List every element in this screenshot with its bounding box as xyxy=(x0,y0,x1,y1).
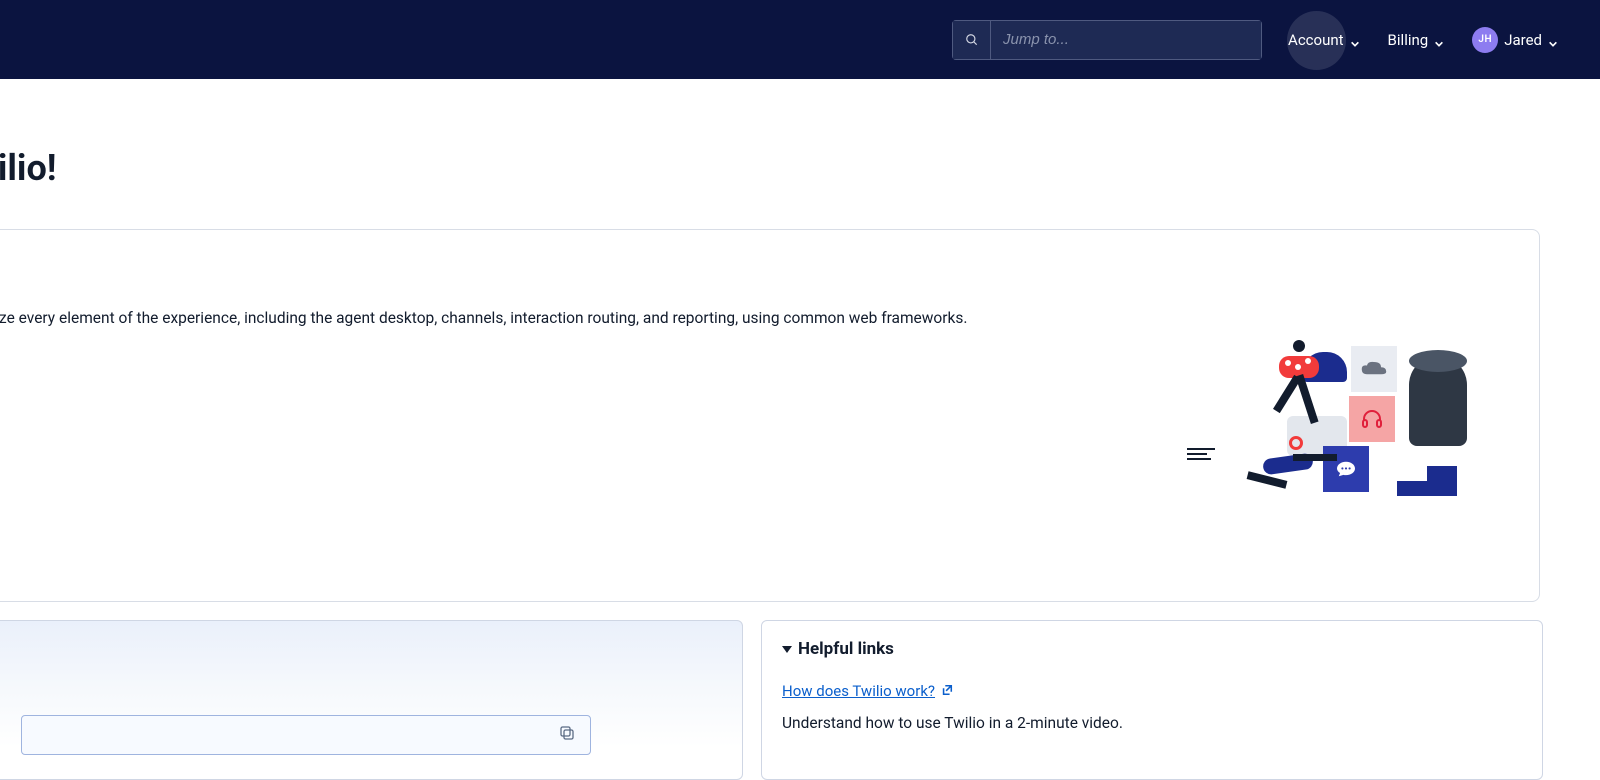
helpful-links-card: Helpful links How does Twilio work? Unde… xyxy=(761,620,1543,780)
bottom-card-row: Helpful links How does Twilio work? Unde… xyxy=(0,620,1600,780)
external-link-icon xyxy=(941,681,953,700)
hero-description: utes and customize every element of the … xyxy=(0,307,980,330)
helpful-link[interactable]: How does Twilio work? xyxy=(782,682,935,700)
helpful-link-description: Understand how to use Twilio in a 2-minu… xyxy=(782,714,1522,732)
account-menu[interactable]: Account xyxy=(1286,25,1362,55)
headset-icon xyxy=(1349,396,1395,442)
chevron-down-icon xyxy=(1434,35,1444,45)
chat-icon xyxy=(1323,446,1369,492)
account-menu-label: Account xyxy=(1288,31,1344,49)
person-icon xyxy=(1239,340,1319,430)
main-content: Twilio! er utes and customize every elem… xyxy=(0,79,1600,780)
billing-menu-label: Billing xyxy=(1388,31,1429,49)
search-box[interactable] xyxy=(952,20,1262,60)
user-menu[interactable]: JH Jared xyxy=(1470,21,1560,59)
top-navigation: Account Billing JH Jared xyxy=(0,0,1600,79)
cloud-icon xyxy=(1351,346,1397,392)
helpful-links-title: Helpful links xyxy=(798,639,894,659)
hero-illustration xyxy=(1197,346,1467,496)
stairs-icon xyxy=(1397,446,1457,496)
person-icon xyxy=(1217,436,1317,496)
helpful-links-header[interactable]: Helpful links xyxy=(782,639,1522,659)
page-title: Twilio! xyxy=(0,147,1600,189)
speed-lines-icon xyxy=(1187,448,1217,460)
caret-down-icon xyxy=(782,646,792,653)
avatar: JH xyxy=(1472,27,1498,53)
chevron-down-icon xyxy=(1548,35,1558,45)
billing-menu[interactable]: Billing xyxy=(1386,25,1447,55)
hero-subtitle: er xyxy=(0,260,1499,285)
credential-field[interactable] xyxy=(21,715,591,755)
credentials-card xyxy=(0,620,743,780)
helpful-link-row: How does Twilio work? xyxy=(782,681,1522,700)
search-icon[interactable] xyxy=(953,21,991,59)
cylinder-icon xyxy=(1409,356,1467,446)
copy-icon[interactable] xyxy=(558,724,576,742)
user-name-label: Jared xyxy=(1504,31,1542,49)
hero-panel: er utes and customize every element of t… xyxy=(0,229,1540,602)
search-input[interactable] xyxy=(991,21,1261,59)
chevron-down-icon xyxy=(1350,35,1360,45)
